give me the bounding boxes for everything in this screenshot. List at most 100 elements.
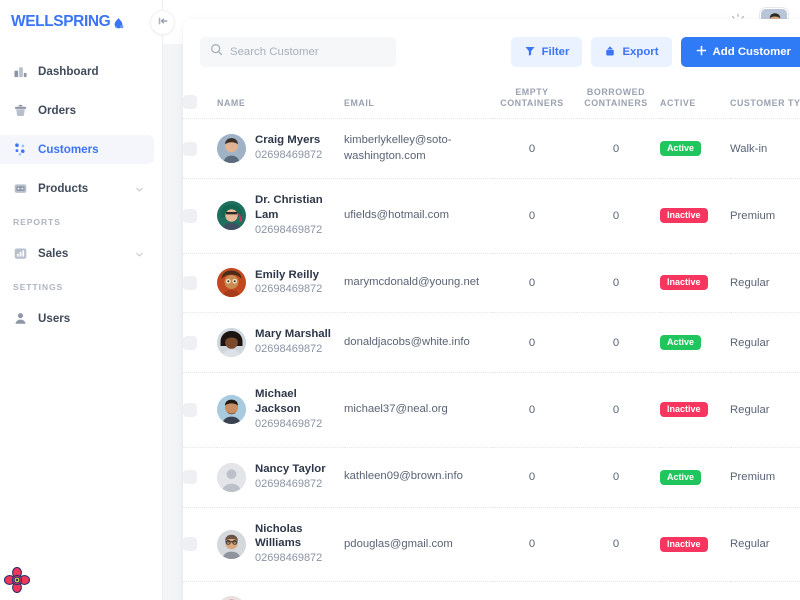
borrowed-containers-value: 0 bbox=[576, 372, 660, 448]
status-badge: Active bbox=[660, 141, 702, 157]
avatar bbox=[217, 328, 246, 358]
row-name-cell: Nicholas Williams 02698469872 bbox=[217, 507, 344, 583]
sidebar-section-reports: REPORTS bbox=[13, 217, 61, 227]
chart-bar-icon bbox=[13, 64, 28, 79]
borrowed-containers-value: 0 bbox=[576, 178, 660, 254]
sidebar-collapse-button[interactable] bbox=[150, 10, 175, 35]
box-icon bbox=[13, 181, 28, 196]
empty-containers-value: 0 bbox=[492, 178, 576, 254]
customer-email: ufields@hotmail.com bbox=[344, 178, 492, 254]
table-row[interactable]: Emily Reilly 02698469872 marymcdonald@yo… bbox=[183, 253, 800, 314]
avatar bbox=[217, 201, 246, 231]
customer-email: donaldjacobs@white.info bbox=[344, 312, 492, 374]
table-row[interactable]: Mary Marshall 02698469872 donaldjacobs@w… bbox=[183, 312, 800, 374]
sidebar-nav: Dashboard Orders Customers Products REPO… bbox=[0, 57, 162, 333]
row-select-cell bbox=[183, 507, 217, 583]
table-row[interactable]: Michael Jackson 02698469872 michael37@ne… bbox=[183, 372, 800, 448]
row-select-cell bbox=[183, 118, 217, 180]
customer-phone: 02698469872 bbox=[255, 477, 323, 490]
chevron-down-icon[interactable] bbox=[135, 249, 144, 258]
customer-phone: 02698469872 bbox=[255, 343, 323, 356]
table-row[interactable]: Nicholas Williams 02698469872 pdouglas@g… bbox=[183, 507, 800, 583]
flower-icon[interactable] bbox=[3, 566, 31, 594]
toolbar: Filter Export bbox=[183, 37, 800, 67]
search-box[interactable] bbox=[200, 37, 396, 67]
row-checkbox[interactable] bbox=[183, 470, 197, 485]
funnel-icon bbox=[524, 45, 536, 60]
search-input[interactable] bbox=[230, 46, 386, 58]
row-select-cell bbox=[183, 178, 217, 254]
row-name-cell: Dr. Christian Lam 02698469872 bbox=[217, 178, 344, 254]
filter-button-label: Filter bbox=[541, 46, 570, 58]
avatar bbox=[217, 529, 246, 559]
row-name-cell: Michael Jackson 02698469872 bbox=[217, 372, 344, 448]
avatar bbox=[217, 596, 246, 600]
customer-type bbox=[730, 581, 800, 600]
row-checkbox[interactable] bbox=[183, 335, 197, 350]
sidebar-item-users[interactable]: Users bbox=[0, 304, 154, 333]
row-select-cell bbox=[183, 581, 217, 600]
customer-type: Regular bbox=[730, 253, 800, 314]
customer-type: Premium bbox=[730, 178, 800, 254]
customer-name: Craig Myers bbox=[255, 134, 321, 147]
sidebar: WELLSPRING Dashboard Orders Customers Pr… bbox=[0, 0, 163, 600]
table-row[interactable]: Craig Myers 02698469872 kimberlykelley@s… bbox=[183, 118, 800, 180]
customer-name: Nancy Taylor bbox=[255, 462, 326, 475]
sidebar-item-sales[interactable]: Sales bbox=[0, 239, 154, 268]
row-checkbox[interactable] bbox=[183, 402, 197, 417]
row-name-cell: Nancy Taylor 02698469872 bbox=[217, 447, 344, 508]
sidebar-section-settings: SETTINGS bbox=[13, 282, 64, 292]
customer-phone: 02698469872 bbox=[255, 149, 323, 162]
upload-icon bbox=[604, 45, 616, 60]
sidebar-item-label: Products bbox=[38, 182, 89, 195]
column-header-email[interactable]: EMAIL bbox=[344, 87, 492, 120]
user-icon bbox=[13, 311, 28, 326]
row-select-cell bbox=[183, 312, 217, 374]
status-cell: Inactive bbox=[660, 507, 730, 583]
empty-containers-value bbox=[492, 581, 576, 600]
customer-name: Mary Marshall bbox=[255, 328, 331, 341]
row-checkbox[interactable] bbox=[183, 208, 197, 223]
table-row[interactable]: Nancy Taylor 02698469872 kathleen09@brow… bbox=[183, 447, 800, 508]
column-header-active[interactable]: ACTIVE bbox=[660, 87, 730, 120]
row-checkbox[interactable] bbox=[183, 275, 197, 290]
brand-logo[interactable]: WELLSPRING bbox=[0, 0, 162, 44]
status-badge: Active bbox=[660, 469, 702, 485]
column-header-empty-containers[interactable]: EMPTY CONTAINERS bbox=[492, 87, 576, 120]
row-checkbox[interactable] bbox=[183, 537, 197, 552]
filter-button[interactable]: Filter bbox=[510, 37, 583, 67]
table-head: NAME EMAIL EMPTY CONTAINERS BORROWED CON… bbox=[183, 87, 800, 120]
column-header-customer-type[interactable]: CUSTOMER TY bbox=[730, 87, 800, 120]
chevron-down-icon[interactable] bbox=[135, 184, 144, 193]
row-name-cell: Emily Reilly 02698469872 bbox=[217, 253, 344, 314]
sidebar-item-label: Orders bbox=[38, 104, 77, 117]
column-header-borrowed-containers[interactable]: BORROWED CONTAINERS bbox=[576, 87, 660, 120]
select-all-checkbox[interactable] bbox=[183, 95, 197, 110]
borrowed-containers-value: 0 bbox=[576, 312, 660, 374]
status-badge: Active bbox=[660, 335, 702, 351]
row-checkbox[interactable] bbox=[183, 141, 197, 156]
status-badge: Inactive bbox=[660, 536, 708, 552]
customer-type: Regular bbox=[730, 372, 800, 448]
borrowed-containers-value: 0 bbox=[576, 118, 660, 180]
report-chart-icon bbox=[13, 246, 28, 261]
customer-email: pdouglas@gmail.com bbox=[344, 507, 492, 583]
customer-phone: 02698469872 bbox=[255, 283, 323, 296]
sidebar-item-label: Customers bbox=[38, 143, 99, 156]
sidebar-item-orders[interactable]: Orders bbox=[0, 96, 154, 125]
table-row[interactable]: Dr. Christian Lam 02698469872 ufields@ho… bbox=[183, 178, 800, 254]
customer-name: Emily Reilly bbox=[255, 268, 319, 281]
customers-table: NAME EMAIL EMPTY CONTAINERS BORROWED CON… bbox=[183, 87, 800, 600]
row-name-cell: Susan Dyer bbox=[217, 581, 344, 600]
customer-phone: 02698469872 bbox=[255, 552, 323, 565]
sidebar-item-customers[interactable]: Customers bbox=[0, 135, 154, 164]
empty-containers-value: 0 bbox=[492, 253, 576, 314]
add-customer-button[interactable]: Add Customer bbox=[680, 37, 800, 67]
sidebar-item-products[interactable]: Products bbox=[0, 174, 154, 203]
table-row[interactable]: Susan Dyer smithsarah@lewis- bbox=[183, 581, 800, 600]
customer-name: Michael Jackson bbox=[255, 388, 301, 415]
export-button[interactable]: Export bbox=[591, 37, 672, 67]
sidebar-item-dashboard[interactable]: Dashboard bbox=[0, 57, 154, 86]
empty-containers-value: 0 bbox=[492, 372, 576, 448]
column-header-name[interactable]: NAME bbox=[217, 87, 344, 120]
